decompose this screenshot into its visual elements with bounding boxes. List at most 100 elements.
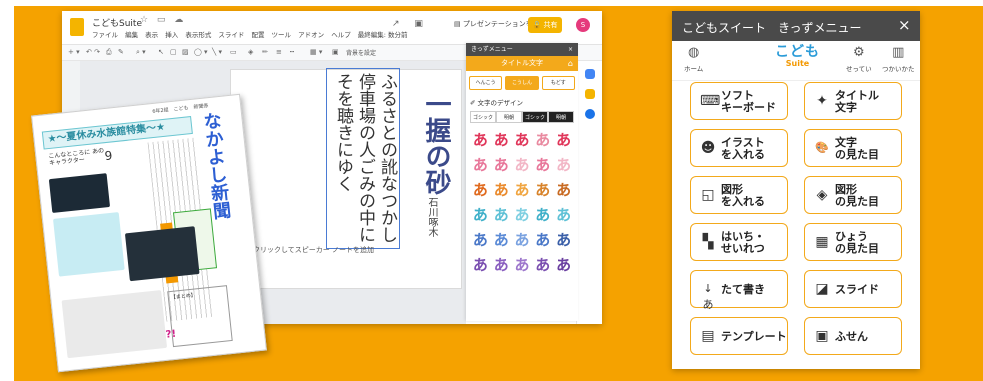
last-edit-link[interactable]: 最終編集: 数分前 xyxy=(358,31,408,39)
font-tab-gothic-dark[interactable]: ゴシック xyxy=(522,111,548,123)
nav-settings[interactable]: ⚙ せってい xyxy=(846,46,872,74)
inner-close-icon[interactable]: × xyxy=(568,43,573,56)
menu-tools[interactable]: ツール xyxy=(272,31,292,39)
menu-button-slide[interactable]: ◪ スライド xyxy=(804,270,902,308)
title-style-option[interactable]: あ xyxy=(532,129,553,150)
title-style-option[interactable]: あ xyxy=(470,254,491,275)
title-style-option[interactable]: あ xyxy=(470,129,491,150)
title-style-option[interactable]: あ xyxy=(512,129,533,150)
menu-format[interactable]: 表示形式 xyxy=(185,31,211,39)
title-style-option[interactable]: あ xyxy=(512,254,533,275)
inner-menu-title: きっずメニュー xyxy=(471,46,513,53)
title-style-option[interactable]: あ xyxy=(512,204,533,225)
new-slide-icon[interactable]: + ▾ xyxy=(68,48,80,56)
inner-home-icon[interactable]: ⌂ xyxy=(568,56,573,71)
nav-help[interactable]: ▥ つかいかた xyxy=(882,46,915,74)
zoom-icon[interactable]: ⌕ ▾ xyxy=(136,48,146,57)
title-style-option[interactable]: あ xyxy=(553,204,574,225)
title-style-option[interactable]: あ xyxy=(491,179,512,200)
title-style-option[interactable]: あ xyxy=(512,229,533,250)
menu-edit[interactable]: 編集 xyxy=(125,31,138,39)
title-style-option[interactable]: あ xyxy=(553,179,574,200)
poem-text[interactable]: ふるさとの訛なつかし 停車場の人ごみの中に そを聴きにゆく xyxy=(332,73,398,249)
chip-update[interactable]: こうしん xyxy=(505,76,539,90)
doc-title[interactable]: こどもSuite xyxy=(92,16,142,29)
star-folder-icons[interactable]: ☆ ▭ ☁ xyxy=(140,15,186,25)
title-style-option[interactable]: あ xyxy=(470,154,491,175)
avatar[interactable]: S xyxy=(576,18,590,32)
title-style-option[interactable]: あ xyxy=(491,129,512,150)
textbox-icon[interactable]: ▢ xyxy=(170,48,177,56)
title-style-option[interactable]: あ xyxy=(470,229,491,250)
fill-color-icon[interactable]: ◈ xyxy=(248,48,253,56)
title-style-option[interactable]: あ xyxy=(532,154,553,175)
menu-button-keyboard[interactable]: ⌨ ソフト キーボード xyxy=(690,82,788,120)
comment-icon[interactable]: ▭ xyxy=(230,48,237,56)
title-style-option[interactable]: あ xyxy=(532,254,553,275)
title-style-option[interactable]: あ xyxy=(532,204,553,225)
line-icon[interactable]: ╲ ▾ xyxy=(212,48,222,56)
title-style-option[interactable]: あ xyxy=(491,204,512,225)
title-style-option[interactable]: あ xyxy=(491,254,512,275)
menu-button-label: ふせん xyxy=(835,330,868,343)
keep-icon[interactable] xyxy=(585,89,595,99)
shape-icon[interactable]: ◯ ▾ xyxy=(194,48,208,56)
menu-button-vertical-text[interactable]: ↓あ たて書き xyxy=(690,270,788,311)
trend-comment-icons[interactable]: ↗ ▣ xyxy=(392,19,429,29)
chip-change[interactable]: へんこう xyxy=(469,76,503,90)
menu-button-palette[interactable]: 🎨 文字 の見た目 xyxy=(804,129,902,167)
select-icon[interactable]: ↖ xyxy=(158,48,164,56)
poem-author[interactable]: 石川啄木 xyxy=(424,197,439,237)
nav-home[interactable]: ◍ ホーム xyxy=(684,46,703,74)
chip-undo[interactable]: もどす xyxy=(541,76,575,90)
menu-button-sparkle[interactable]: ✦ タイトル 文字 xyxy=(804,82,902,120)
menu-addons[interactable]: アドオン xyxy=(298,31,324,39)
border-weight-icon[interactable]: ≡ xyxy=(276,48,282,56)
menu-button-paint-bucket[interactable]: ◈ 図形 の見た目 xyxy=(804,176,902,214)
menu-button-arrange[interactable]: ▚ はいち・ せいれつ xyxy=(690,223,788,261)
title-style-option[interactable]: あ xyxy=(553,229,574,250)
undo-icon[interactable]: ↶ ↷ xyxy=(86,48,100,56)
poem-title[interactable]: 一握の砂 xyxy=(418,91,455,195)
mask-icon[interactable]: ▣ xyxy=(332,48,339,56)
font-tab-mincho-dark[interactable]: 明朝 xyxy=(548,111,574,123)
paint-format-icon[interactable]: ✎ xyxy=(118,48,124,56)
menu-button-table[interactable]: ▦ ひょう の見た目 xyxy=(804,223,902,261)
close-icon[interactable]: × xyxy=(898,16,911,34)
menu-slide[interactable]: スライド xyxy=(218,31,244,39)
title-style-option[interactable]: あ xyxy=(470,204,491,225)
format-options-icon[interactable]: ▦ ▾ xyxy=(310,48,322,56)
menu-help[interactable]: ヘルプ xyxy=(331,31,351,39)
border-dash-icon[interactable]: ┅ xyxy=(290,48,294,56)
title-style-option[interactable]: あ xyxy=(532,179,553,200)
title-style-option[interactable]: あ xyxy=(553,129,574,150)
title-style-option[interactable]: あ xyxy=(553,254,574,275)
font-tab-mincho[interactable]: 明朝 xyxy=(496,111,522,123)
slide-icon: ◪ xyxy=(815,281,829,297)
menu-file[interactable]: ファイル xyxy=(92,31,118,39)
title-style-option[interactable]: あ xyxy=(491,229,512,250)
menu-button-template[interactable]: ▤ テンプレート xyxy=(690,317,788,355)
background-button[interactable]: 背景を設定 xyxy=(346,48,376,57)
menu-arrange[interactable]: 配置 xyxy=(251,31,264,39)
title-style-option[interactable]: あ xyxy=(532,229,553,250)
menu-view[interactable]: 表示 xyxy=(145,31,158,39)
menu-button-sticky-note[interactable]: ▣ ふせん xyxy=(804,317,902,355)
font-tab-gothic[interactable]: ゴシック xyxy=(470,111,496,123)
print-icon[interactable]: ⎙ xyxy=(106,48,112,57)
border-color-icon[interactable]: ✏ xyxy=(262,48,268,56)
slides-doc-icon[interactable] xyxy=(70,18,84,36)
title-style-option[interactable]: あ xyxy=(491,154,512,175)
title-style-option[interactable]: あ xyxy=(512,179,533,200)
title-style-option[interactable]: あ xyxy=(512,154,533,175)
menu-insert[interactable]: 挿入 xyxy=(165,31,178,39)
image-icon[interactable]: ▨ xyxy=(182,48,189,56)
calendar-icon[interactable] xyxy=(585,69,595,79)
title-style-option[interactable]: あ xyxy=(553,154,574,175)
menu-button-smiley[interactable]: ☻ イラスト を入れる xyxy=(690,129,788,167)
tasks-icon[interactable] xyxy=(585,109,595,119)
menu-title: こどもスイート きっずメニュー xyxy=(682,21,862,35)
title-style-option[interactable]: あ xyxy=(470,179,491,200)
menu-button-shapes[interactable]: ◱ 図形 を入れる xyxy=(690,176,788,214)
share-button[interactable]: 🔒 共有 xyxy=(528,17,562,33)
